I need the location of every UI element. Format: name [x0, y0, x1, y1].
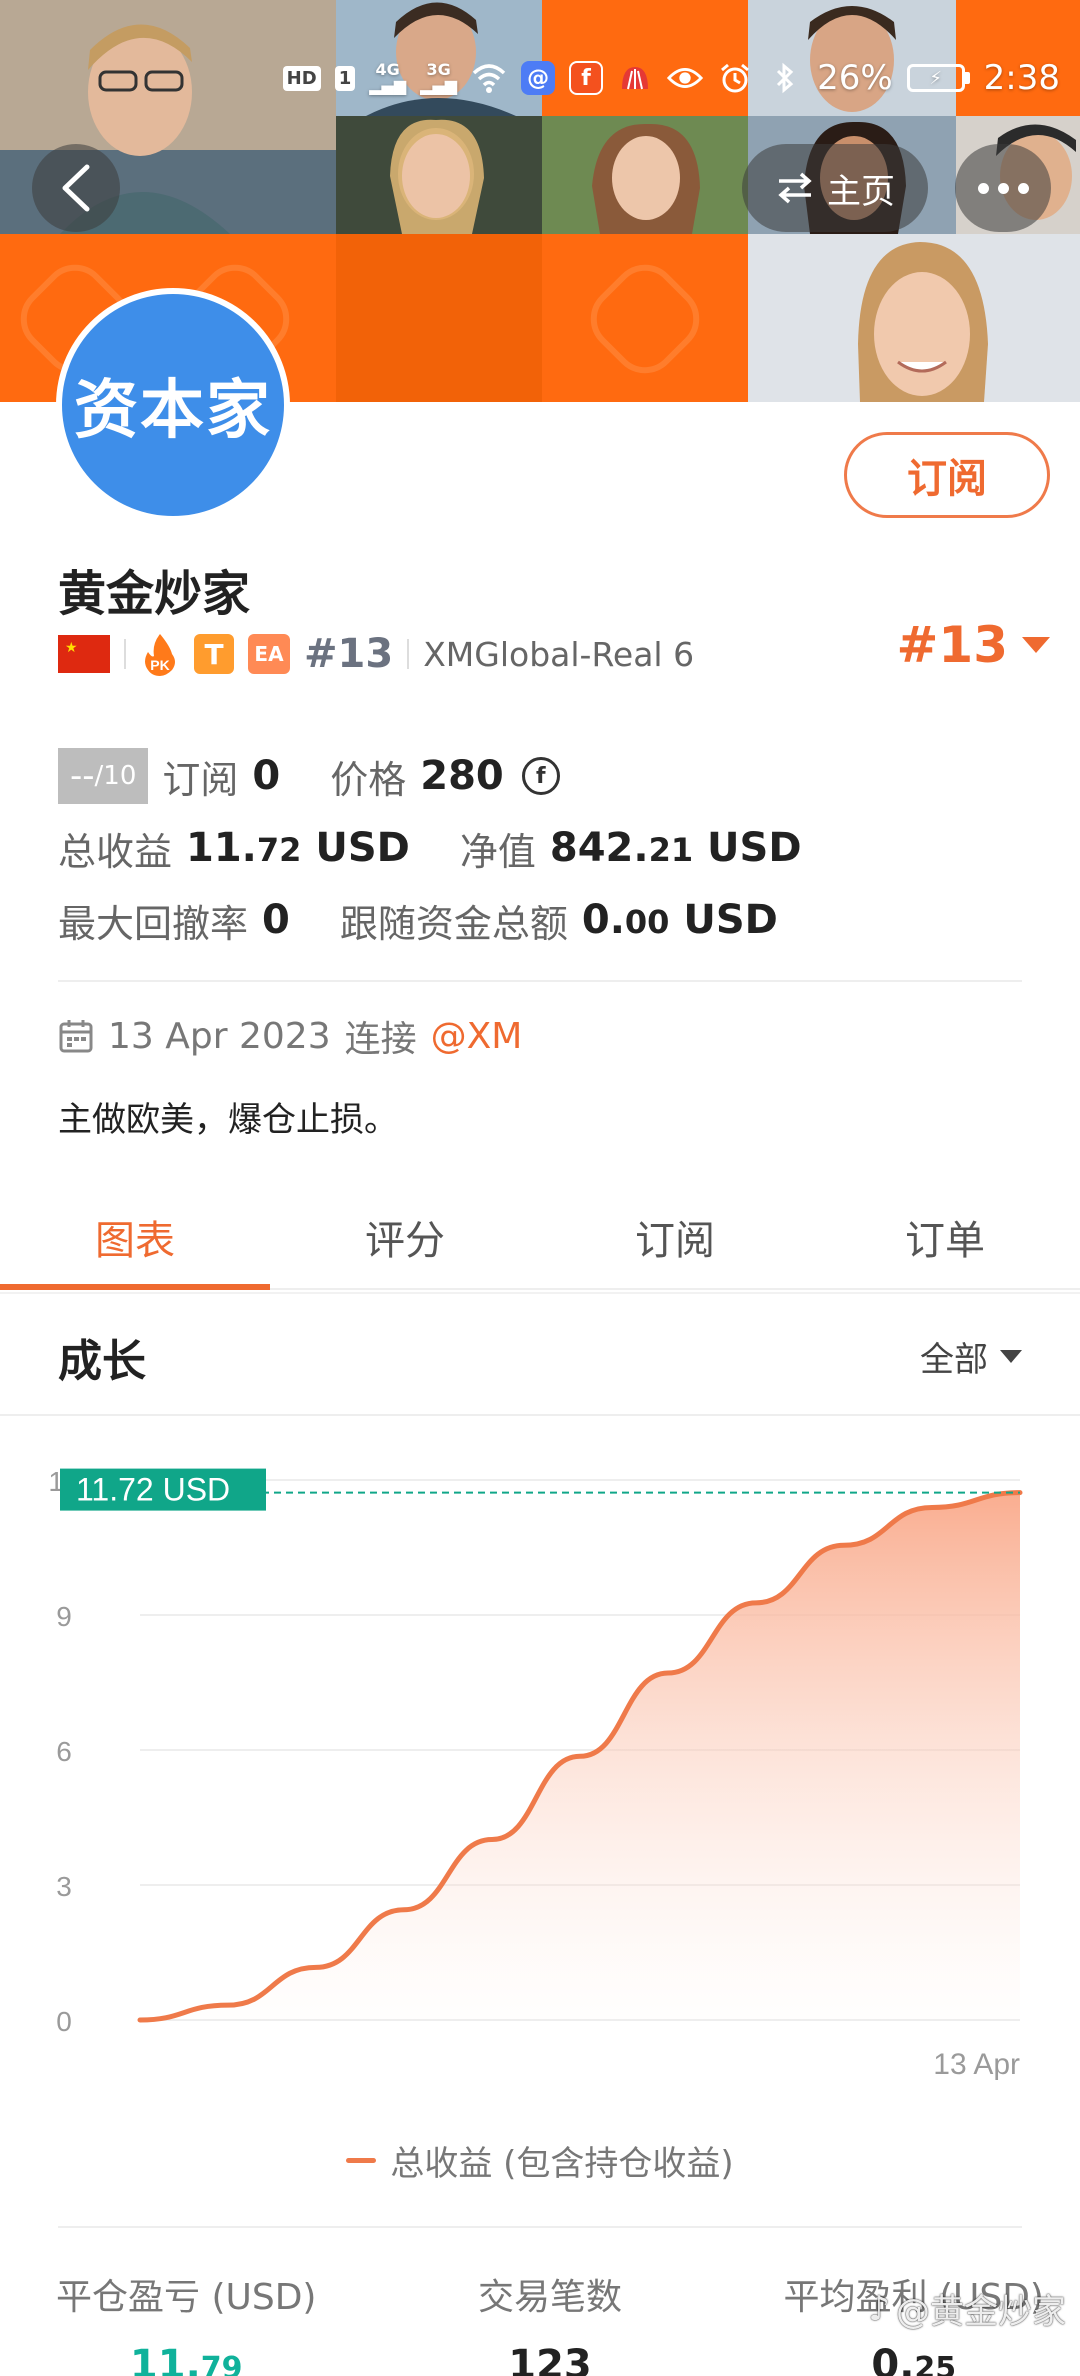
growth-chart: 036912 11.72 USD 13 Apr [48, 1466, 1023, 2080]
divider [124, 639, 126, 669]
more-dot [1017, 182, 1029, 194]
tab-orders[interactable]: 订单 [810, 1186, 1080, 1288]
rank-value: #13 [896, 616, 1008, 674]
rank-label: #13 [304, 631, 394, 677]
triangle-down-icon [1000, 1350, 1022, 1363]
tab-subscribe[interactable]: 订阅 [540, 1186, 810, 1288]
connect-label: 连接 [344, 1019, 417, 1060]
tab-bar: 图表 评分 订阅 订单 [0, 1186, 1080, 1290]
triangle-down-icon [1022, 637, 1050, 653]
divider [407, 639, 410, 669]
drawdown-value: 0 [262, 897, 290, 943]
server-name: XMGlobal-Real 6 [423, 634, 695, 674]
y-tick-label: 9 [56, 1601, 72, 1632]
chart-legend: 总收益 (包含持仓收益) [0, 2136, 1080, 2185]
calendar-icon [59, 1020, 93, 1053]
y-tick-label: 3 [56, 1871, 72, 1902]
range-dropdown[interactable]: 全部 [920, 1332, 1022, 1381]
stats-block: --/10 订阅 0 价格 280 f 总收益 11.72 USD 净值 842… [58, 740, 1040, 956]
legend-swatch [346, 2158, 377, 2163]
connect-info: 13 Apr 2023 连接 @XM [58, 1010, 522, 1062]
profit-label: 总收益 [58, 829, 173, 874]
clock-time: 2:38 [983, 58, 1060, 98]
trade-count-stat: 交易笔数 123 [478, 2268, 622, 2376]
tab-rating[interactable]: 评分 [270, 1186, 540, 1288]
stat-row: --/10 订阅 0 价格 280 f [58, 740, 1040, 812]
home-label: 主页 [827, 171, 895, 212]
watermark: ♪ @黄金炒家 [868, 2288, 1066, 2333]
swap-icon [778, 172, 812, 204]
divider [58, 980, 1022, 982]
rank-dropdown[interactable]: #13 [897, 616, 1050, 674]
equity-value: 842.21 USD [549, 825, 802, 871]
follow-funds-label: 跟随资金总额 [339, 901, 568, 946]
tiktok-icon: ♪ [868, 2288, 890, 2329]
battery-icon: ⚡ [906, 64, 970, 92]
avatar[interactable]: 资本家 [56, 288, 290, 522]
eye-icon [667, 60, 704, 96]
badge-row: ★ PK T EA #13 XMGlobal-Real 6 [58, 626, 694, 682]
signal-4g-icon: 4G ▂▄▆ [369, 60, 407, 95]
svg-text:PK: PK [150, 657, 169, 673]
connect-date: 13 Apr 2023 [108, 1015, 331, 1057]
trader-name: 黄金炒家 [58, 566, 251, 622]
stat-row: 总收益 11.72 USD 净值 842.21 USD [58, 812, 1040, 884]
china-flag-icon: ★ [58, 635, 110, 673]
drawdown-label: 最大回撤率 [58, 901, 249, 946]
home-button[interactable]: 主页 [742, 144, 928, 232]
app-f-icon: f [569, 61, 604, 95]
battery-percent: 26% [817, 58, 893, 98]
tab-chart[interactable]: 图表 [0, 1186, 270, 1290]
current-value-label: 11.72 USD [76, 1472, 230, 1508]
stat-row: 最大回撤率 0 跟随资金总额 0.00 USD [58, 884, 1040, 956]
stat-value: 11.79 [129, 2342, 243, 2376]
subs-label: 订阅 [162, 757, 239, 802]
stat-label: 平仓盈亏 (USD) [56, 2277, 317, 2318]
legend-label: 总收益 (包含持仓收益) [390, 2144, 734, 2184]
back-button[interactable] [32, 144, 120, 232]
broker-link[interactable]: @XM [431, 1016, 523, 1057]
stat-label: 交易笔数 [477, 2277, 622, 2318]
stat-value: 0.25 [871, 2342, 957, 2376]
hd-indicator: HD [282, 65, 321, 91]
y-tick-label: 6 [56, 1736, 72, 1767]
subscribe-button[interactable]: 订阅 [844, 432, 1050, 518]
x-tick-label: 13 Apr [933, 2048, 1020, 2080]
alarm-icon [717, 60, 753, 96]
wifi-icon [471, 60, 507, 96]
price-label: 价格 [330, 757, 407, 802]
closed-pl-stat: 平仓盈亏 (USD) 11.79 [56, 2268, 316, 2376]
app-notification-icon: @ [521, 61, 556, 95]
app-shell-icon [617, 60, 653, 96]
profit-value: 11.72 USD [186, 825, 410, 871]
stat-value: 123 [508, 2342, 592, 2376]
follow-funds-value: 0.00 USD [581, 897, 778, 943]
badge-t[interactable]: T [194, 634, 234, 674]
price-value: 280 [420, 753, 504, 799]
status-bar: HD 1 4G ▂▄▆ 3G ▂▄▆ @ f 26% ⚡ 2:38 [278, 50, 1060, 106]
score-badge: --/10 [58, 748, 149, 804]
equity-label: 净值 [459, 829, 536, 874]
strategy-description: 主做欧美，爆仓止损。 [58, 1100, 398, 1140]
more-dot [997, 182, 1009, 194]
coin-icon: f [521, 757, 560, 795]
section-title: 成长 [58, 1336, 146, 1387]
more-dot [977, 182, 989, 194]
more-button[interactable] [955, 144, 1051, 232]
subs-value: 0 [252, 753, 281, 799]
pk-fire-icon[interactable]: PK [140, 632, 180, 676]
signal-3g-icon: 3G ▂▄▆ [420, 60, 458, 95]
badge-ea[interactable]: EA [248, 634, 290, 674]
sim-indicator: 1 [334, 65, 356, 91]
chevron-left-icon [62, 164, 90, 212]
bluetooth-icon [767, 60, 803, 96]
range-value: 全部 [920, 1340, 988, 1380]
y-tick-label: 0 [56, 2006, 72, 2037]
